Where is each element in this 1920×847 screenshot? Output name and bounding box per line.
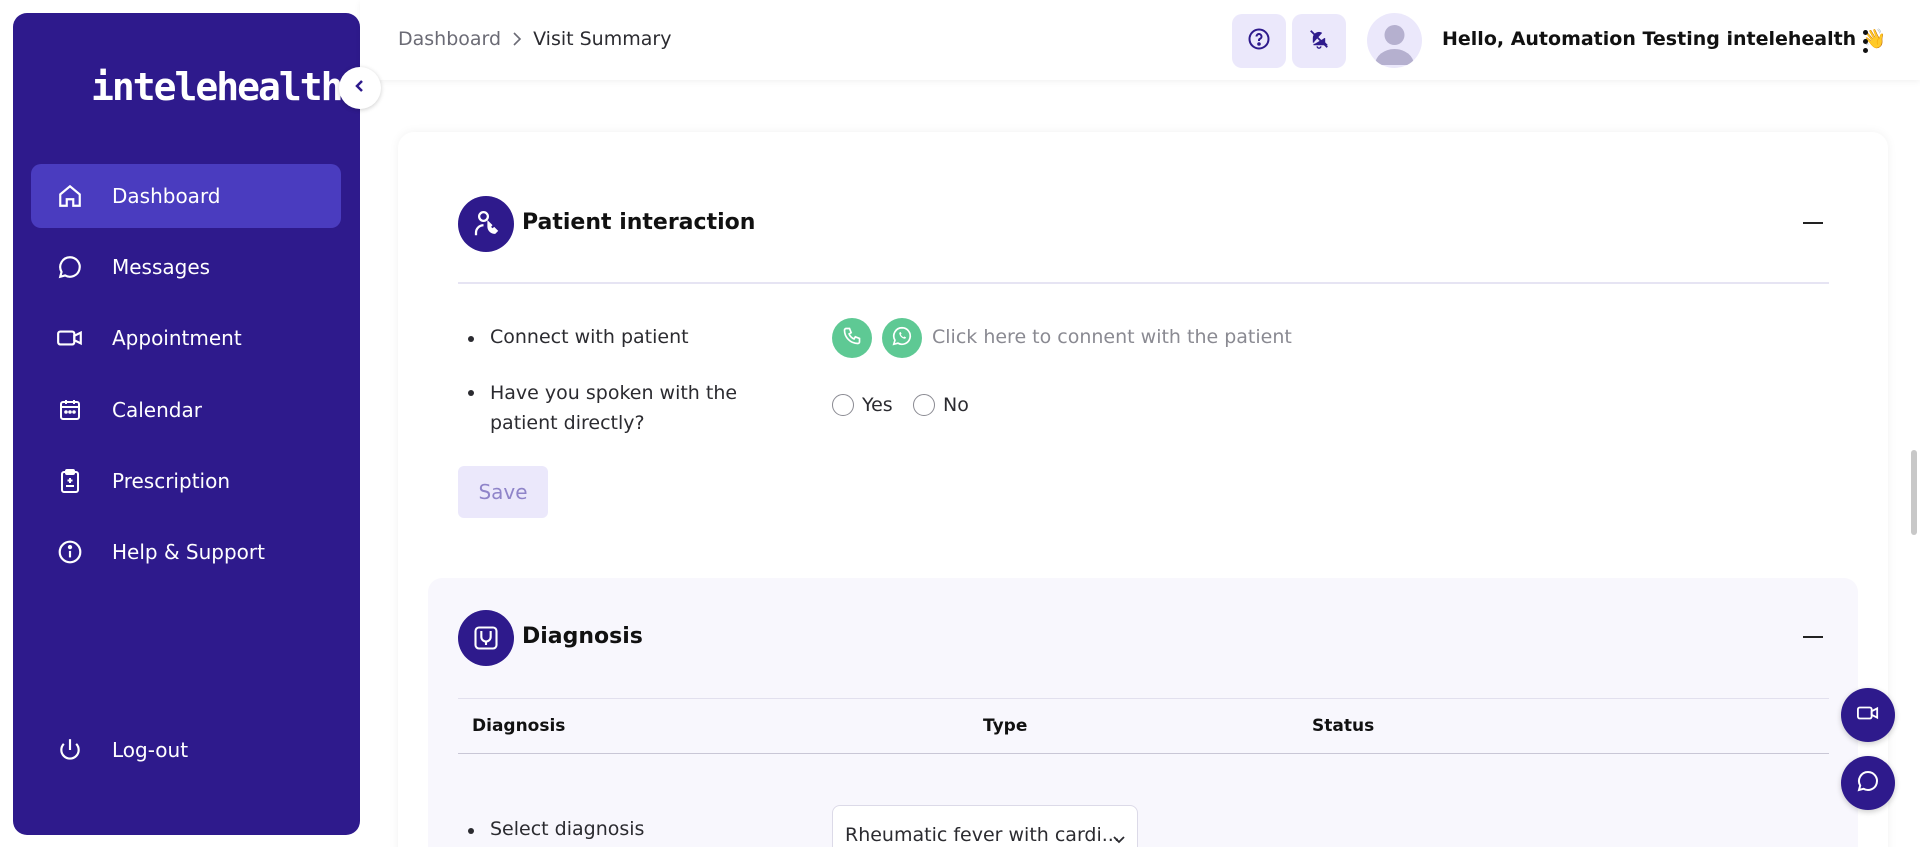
patient-interaction-title: Patient interaction bbox=[522, 210, 756, 235]
select-diagnosis-label: Select diagnosis bbox=[490, 818, 645, 840]
top-header: Dashboard Visit Summary Hello, Automatio… bbox=[360, 0, 1920, 80]
sidebar-item-label: Help & Support bbox=[112, 540, 265, 564]
sidebar-item-label: Prescription bbox=[112, 469, 230, 493]
info-icon bbox=[56, 538, 84, 566]
sidebar-item-prescription[interactable]: Prescription bbox=[31, 449, 341, 513]
help-button[interactable] bbox=[1232, 14, 1286, 68]
video-camera-icon bbox=[1855, 702, 1881, 728]
save-button[interactable]: Save bbox=[458, 466, 548, 518]
sidebar-collapse-button[interactable] bbox=[339, 67, 381, 109]
patient-interaction-icon bbox=[458, 196, 514, 252]
sidebar-item-messages[interactable]: Messages bbox=[31, 235, 341, 299]
kebab-dot bbox=[1862, 29, 1868, 35]
chevron-right-icon bbox=[511, 31, 523, 47]
column-header-status: Status bbox=[1312, 716, 1375, 736]
radio-no[interactable]: No bbox=[913, 394, 969, 416]
phone-call-button[interactable] bbox=[832, 318, 872, 358]
diagnosis-select-value: Rheumatic fever with cardi... bbox=[845, 824, 1120, 846]
user-greeting: Hello, Automation Testing intelehealth 👋 bbox=[1442, 27, 1887, 50]
collapse-diagnosis-button[interactable] bbox=[1803, 636, 1823, 638]
question-circle-icon bbox=[1247, 27, 1271, 55]
home-icon bbox=[56, 182, 84, 210]
breadcrumb: Dashboard Visit Summary bbox=[398, 28, 671, 50]
diagnosis-title: Diagnosis bbox=[522, 624, 643, 649]
sidebar-item-dashboard[interactable]: Dashboard bbox=[31, 164, 341, 228]
chat-bubble-icon bbox=[56, 253, 84, 281]
diagnosis-icon bbox=[458, 610, 514, 666]
kebab-dot bbox=[1862, 38, 1868, 44]
bullet bbox=[468, 336, 474, 342]
clipboard-icon bbox=[56, 467, 84, 495]
phone-icon bbox=[842, 326, 862, 350]
connect-label: Connect with patient bbox=[490, 326, 689, 348]
sidebar-item-calendar[interactable]: Calendar bbox=[31, 378, 341, 442]
video-call-fab[interactable] bbox=[1841, 688, 1895, 742]
logout-label: Log-out bbox=[112, 738, 189, 762]
chat-fab[interactable] bbox=[1841, 756, 1895, 810]
notifications-button[interactable] bbox=[1292, 14, 1346, 68]
breadcrumb-current: Visit Summary bbox=[533, 28, 672, 50]
chevron-left-icon bbox=[352, 78, 368, 98]
sidebar-item-label: Dashboard bbox=[112, 184, 221, 208]
bullet bbox=[468, 390, 474, 396]
radio-no-label: No bbox=[943, 394, 969, 416]
sidebar-item-label: Messages bbox=[112, 255, 211, 279]
divider bbox=[458, 698, 1829, 699]
sidebar-item-label: Appointment bbox=[112, 326, 242, 350]
bell-off-icon bbox=[1308, 28, 1330, 54]
sidebar-item-label: Calendar bbox=[112, 398, 202, 422]
diagnosis-panel bbox=[428, 578, 1858, 847]
connect-with-patient-row: Connect with patient bbox=[468, 326, 689, 348]
sidebar-item-help-support[interactable]: Help & Support bbox=[31, 520, 341, 584]
divider bbox=[458, 282, 1829, 284]
table-header-divider bbox=[458, 753, 1829, 754]
radio-yes[interactable]: Yes bbox=[832, 394, 893, 416]
greeting-text: Hello, Automation Testing intelehealth bbox=[1442, 28, 1857, 50]
video-camera-icon bbox=[56, 324, 84, 352]
logout-button[interactable]: Log-out bbox=[31, 718, 341, 782]
power-icon bbox=[56, 736, 84, 764]
chat-bubble-icon bbox=[1856, 769, 1880, 797]
sidebar-item-appointment[interactable]: Appointment bbox=[31, 306, 341, 370]
avatar[interactable] bbox=[1367, 13, 1422, 68]
connect-hint-link[interactable]: Click here to connent with the patient bbox=[932, 326, 1292, 348]
radio-circle[interactable] bbox=[832, 394, 854, 416]
column-header-type: Type bbox=[983, 716, 1028, 736]
sidebar: intelehealth Dashboard Messages Appointm… bbox=[13, 13, 360, 835]
chevron-down-icon bbox=[1111, 830, 1127, 847]
radio-yes-label: Yes bbox=[862, 394, 893, 416]
whatsapp-icon bbox=[891, 325, 913, 351]
logo-wordmark: intelehealth bbox=[91, 65, 344, 109]
more-options-button[interactable] bbox=[1855, 26, 1875, 56]
breadcrumb-dashboard-link[interactable]: Dashboard bbox=[398, 28, 501, 50]
page-scrollbar[interactable] bbox=[1911, 450, 1917, 535]
bullet bbox=[468, 828, 474, 834]
kebab-dot bbox=[1862, 47, 1868, 53]
spoken-with-patient-row: Have you spoken with the patient directl… bbox=[468, 378, 768, 438]
radio-circle[interactable] bbox=[913, 394, 935, 416]
spoken-label: Have you spoken with the patient directl… bbox=[490, 382, 738, 434]
collapse-patient-interaction-button[interactable] bbox=[1803, 222, 1823, 224]
brand-logo[interactable]: intelehealth bbox=[91, 65, 344, 109]
select-diagnosis-row: Select diagnosis bbox=[468, 818, 644, 840]
calendar-icon bbox=[56, 396, 84, 424]
diagnosis-select[interactable]: Rheumatic fever with cardi... bbox=[832, 805, 1138, 847]
column-header-diagnosis: Diagnosis bbox=[472, 716, 566, 736]
whatsapp-button[interactable] bbox=[882, 318, 922, 358]
